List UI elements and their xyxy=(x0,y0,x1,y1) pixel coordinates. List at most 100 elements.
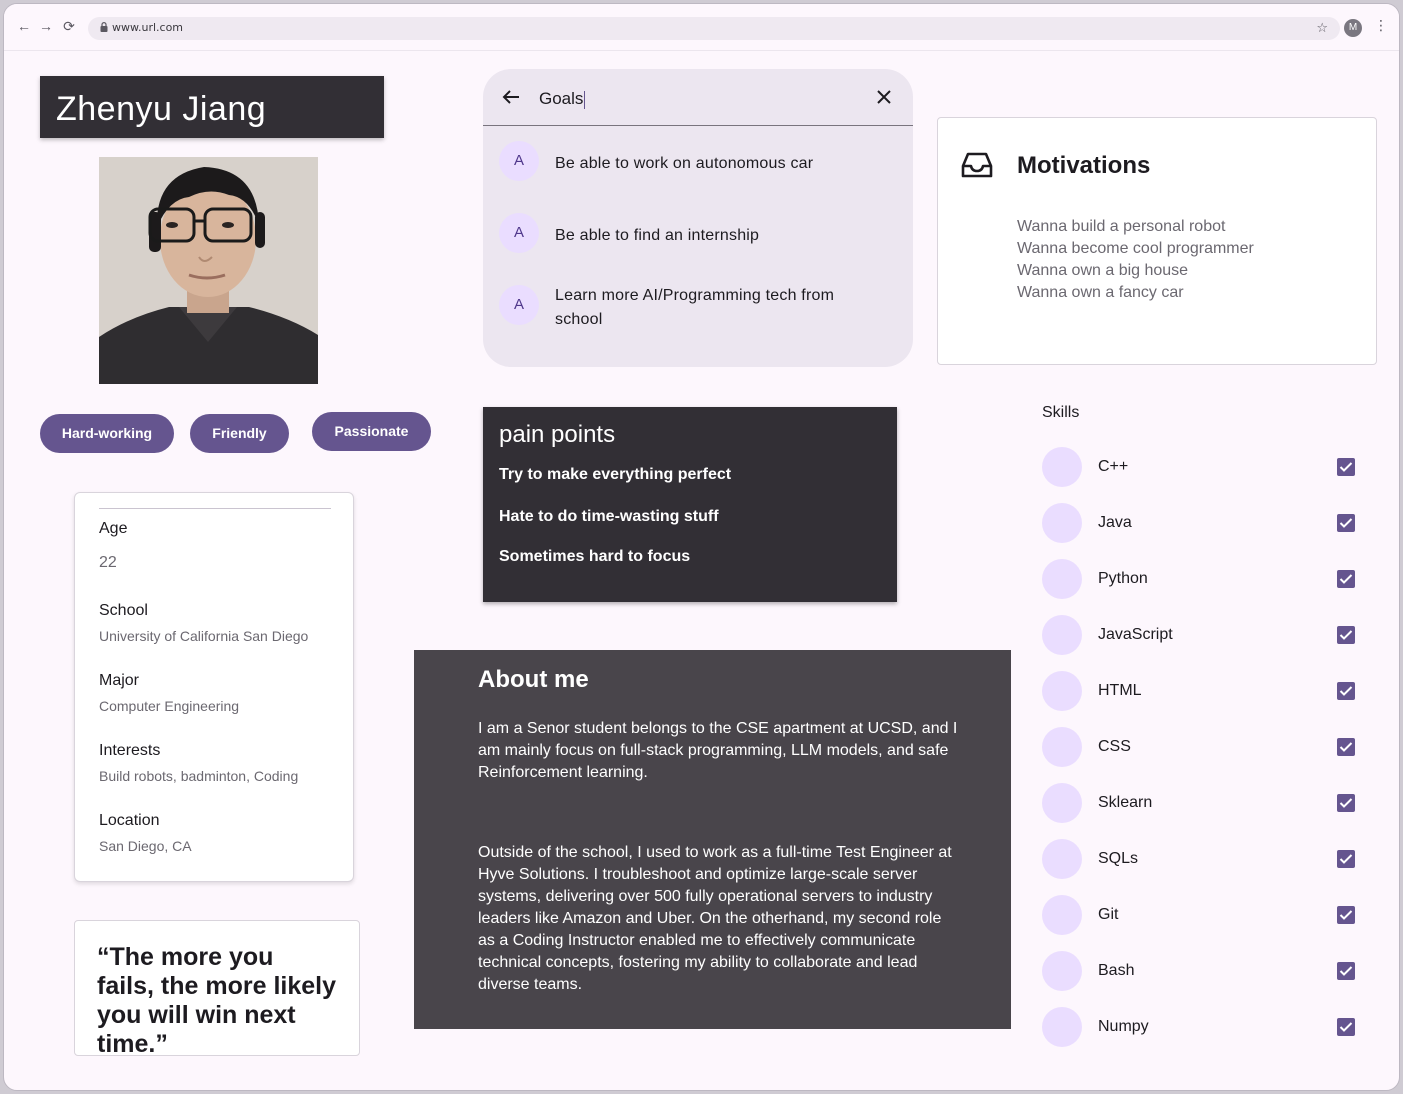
check-icon xyxy=(1339,966,1353,976)
skill-checkbox[interactable] xyxy=(1337,1018,1355,1036)
skill-list-item[interactable]: Python xyxy=(1042,557,1362,601)
skill-list-item[interactable]: SQLs xyxy=(1042,837,1362,881)
skill-avatar xyxy=(1042,951,1082,991)
skill-list-item[interactable]: Sklearn xyxy=(1042,781,1362,825)
skill-label: Sklearn xyxy=(1098,794,1153,811)
skill-list-item[interactable]: Numpy xyxy=(1042,1005,1362,1049)
interests-label: Interests xyxy=(99,742,161,759)
pain-points-title: pain points xyxy=(499,421,616,448)
skill-checkbox[interactable] xyxy=(1337,738,1355,756)
skill-label: JavaScript xyxy=(1098,626,1173,643)
reload-icon[interactable]: ⟳ xyxy=(61,18,77,34)
skill-label: C++ xyxy=(1098,458,1129,475)
skill-avatar xyxy=(1042,895,1082,935)
goals-search-bar[interactable]: Goals xyxy=(483,69,913,126)
skill-checkbox[interactable] xyxy=(1337,570,1355,588)
school-label: School xyxy=(99,602,148,619)
goal-avatar: A xyxy=(499,141,539,181)
check-icon xyxy=(1339,518,1353,528)
goal-avatar: A xyxy=(499,213,539,253)
goal-text: Be able to find an internship xyxy=(555,227,760,244)
goals-search-input[interactable]: Goals xyxy=(539,89,586,109)
goal-list-item[interactable]: A Be able to find an internship xyxy=(483,213,913,257)
skill-label: HTML xyxy=(1098,682,1142,699)
major-value: Computer Engineering xyxy=(99,698,240,714)
trait-chip[interactable]: Friendly xyxy=(190,414,289,453)
age-value: 22 xyxy=(99,554,117,571)
check-icon xyxy=(1339,462,1353,472)
about-title: About me xyxy=(478,666,589,693)
check-icon xyxy=(1339,686,1353,696)
about-paragraph: I am a Senor student belongs to the CSE … xyxy=(478,720,958,781)
skill-list-item[interactable]: Git xyxy=(1042,893,1362,937)
check-icon xyxy=(1339,798,1353,808)
skill-checkbox[interactable] xyxy=(1337,458,1355,476)
quote-text: “The more you fails, the more likely you… xyxy=(97,943,336,1058)
skill-checkbox[interactable] xyxy=(1337,962,1355,980)
check-icon xyxy=(1339,630,1353,640)
skill-checkbox[interactable] xyxy=(1337,626,1355,644)
goal-text: Learn more AI/Programming tech from scho… xyxy=(555,287,835,328)
skill-checkbox[interactable] xyxy=(1337,850,1355,868)
skill-checkbox[interactable] xyxy=(1337,906,1355,924)
skill-avatar xyxy=(1042,1007,1082,1047)
goal-avatar: A xyxy=(499,285,539,325)
age-label: Age xyxy=(99,520,128,537)
skill-avatar xyxy=(1042,839,1082,879)
skill-label: Git xyxy=(1098,906,1119,923)
check-icon xyxy=(1339,1022,1353,1032)
goals-query-text: Goals xyxy=(539,89,584,108)
skill-list-item[interactable]: JavaScript xyxy=(1042,613,1362,657)
skill-label: Java xyxy=(1098,514,1132,531)
motivation-item: Wanna become cool programmer xyxy=(1017,240,1254,257)
skill-list-item[interactable]: CSS xyxy=(1042,725,1362,769)
check-icon xyxy=(1339,854,1353,864)
address-bar[interactable]: www.url.com ☆ xyxy=(88,17,1340,40)
skill-checkbox[interactable] xyxy=(1337,794,1355,812)
pain-point-item: Hate to do time-wasting stuff xyxy=(499,508,719,525)
skill-avatar xyxy=(1042,447,1082,487)
skill-list-item[interactable]: Java xyxy=(1042,501,1362,545)
profile-name: Zhenyu Jiang xyxy=(56,90,267,128)
motivations-title: Motivations xyxy=(1017,152,1151,179)
major-label: Major xyxy=(99,672,140,689)
browser-toolbar: ← → ⟳ www.url.com ☆ M ⋮ xyxy=(4,4,1399,51)
skill-avatar xyxy=(1042,783,1082,823)
check-icon xyxy=(1339,742,1353,752)
location-label: Location xyxy=(99,812,160,829)
skill-checkbox[interactable] xyxy=(1337,682,1355,700)
check-icon xyxy=(1339,574,1353,584)
skill-list-item[interactable]: HTML xyxy=(1042,669,1362,713)
interests-value: Build robots, badminton, Coding xyxy=(99,768,299,784)
close-icon[interactable] xyxy=(875,88,893,106)
goals-search-view: Goals A Be able to work on autonomous ca… xyxy=(483,69,913,367)
trait-chip[interactable]: Hard-working xyxy=(40,414,174,453)
skill-label: Numpy xyxy=(1098,1018,1149,1035)
text-caret xyxy=(584,90,586,109)
profile-avatar[interactable]: M xyxy=(1344,19,1362,37)
skill-label: SQLs xyxy=(1098,850,1139,867)
back-arrow-icon[interactable]: ← xyxy=(16,18,32,34)
motivation-item: Wanna own a big house xyxy=(1017,262,1189,279)
pain-point-item: Try to make everything perfect xyxy=(499,466,732,483)
about-me-card: About me I am a Senor student belongs to… xyxy=(414,650,1011,1029)
goal-list-item[interactable]: A Learn more AI/Programming tech from sc… xyxy=(483,285,913,341)
back-arrow-icon[interactable] xyxy=(501,87,521,107)
skill-label: Python xyxy=(1098,570,1148,587)
quote-card: “The more you fails, the more likely you… xyxy=(74,920,360,1058)
forward-arrow-icon[interactable]: → xyxy=(38,18,54,34)
bookmark-star-icon[interactable]: ☆ xyxy=(1316,20,1328,36)
pain-point-item: Sometimes hard to focus xyxy=(499,548,691,565)
skill-avatar xyxy=(1042,615,1082,655)
pain-points-card: pain points Try to make everything perfe… xyxy=(483,407,897,602)
skill-list-item[interactable]: C++ xyxy=(1042,445,1362,489)
more-menu-icon[interactable]: ⋮ xyxy=(1374,17,1388,34)
skill-avatar xyxy=(1042,503,1082,543)
goal-list-item[interactable]: A Be able to work on autonomous car xyxy=(483,141,913,185)
skill-list-item[interactable]: Bash xyxy=(1042,949,1362,993)
about-paragraph: Outside of the school, I used to work as… xyxy=(478,844,952,993)
skill-checkbox[interactable] xyxy=(1337,514,1355,532)
location-value: San Diego, CA xyxy=(99,838,192,854)
trait-chip[interactable]: Passionate xyxy=(312,412,431,451)
goal-text: Be able to work on autonomous car xyxy=(555,155,814,172)
